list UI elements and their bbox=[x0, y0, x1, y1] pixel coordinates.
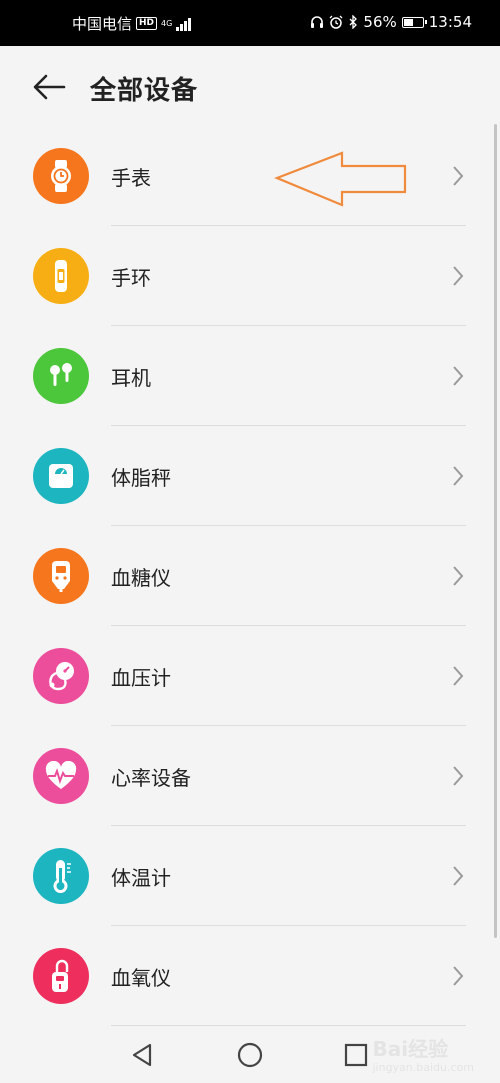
device-label: 体脂秤 bbox=[111, 466, 171, 490]
device-label: 血氧仪 bbox=[111, 966, 171, 990]
device-label: 心率设备 bbox=[111, 766, 191, 790]
device-label: 手环 bbox=[111, 266, 151, 290]
device-label: 体温计 bbox=[111, 866, 171, 890]
bluetooth-icon bbox=[349, 15, 358, 29]
battery-percent: 56% bbox=[363, 13, 397, 31]
band-icon bbox=[33, 248, 89, 304]
device-label: 手表 bbox=[111, 166, 151, 190]
alarm-icon bbox=[329, 15, 343, 29]
back-arrow-icon[interactable] bbox=[32, 74, 66, 100]
status-left: 中国电信 HD 4G bbox=[72, 13, 192, 34]
earphones-icon bbox=[33, 348, 89, 404]
scale-icon bbox=[33, 448, 89, 504]
nav-recents-icon[interactable] bbox=[341, 1040, 371, 1070]
device-list: 手表 手环 耳机 体脂秤 血糖仪 血压计 心率设备 体温计 血氧仪 bbox=[0, 126, 500, 1026]
device-item-thermometer[interactable]: 体温计 bbox=[0, 826, 500, 926]
blood-pressure-icon bbox=[33, 648, 89, 704]
chevron-right-icon bbox=[453, 566, 464, 586]
chevron-right-icon bbox=[453, 266, 464, 286]
scrollbar[interactable] bbox=[494, 124, 497, 938]
watch-icon bbox=[33, 148, 89, 204]
chevron-right-icon bbox=[453, 866, 464, 886]
glucose-meter-icon bbox=[33, 548, 89, 604]
hd-badge: HD bbox=[136, 17, 158, 30]
status-bar: 中国电信 HD 4G 56% 13:54 bbox=[0, 0, 500, 46]
battery-icon bbox=[401, 16, 427, 28]
oximeter-icon bbox=[33, 948, 89, 1004]
heart-rate-icon bbox=[33, 748, 89, 804]
device-item-glucose-meter[interactable]: 血糖仪 bbox=[0, 526, 500, 626]
device-label: 耳机 bbox=[111, 366, 151, 390]
device-label: 血糖仪 bbox=[111, 566, 171, 590]
headset-icon bbox=[311, 16, 324, 28]
network-type: 4G bbox=[161, 18, 173, 28]
device-item-watch[interactable]: 手表 bbox=[0, 126, 500, 226]
chevron-right-icon bbox=[453, 966, 464, 986]
watermark: Bai经验 jingyan.baidu.com bbox=[372, 1033, 474, 1073]
thermometer-icon bbox=[33, 848, 89, 904]
nav-back-icon[interactable] bbox=[128, 1040, 158, 1070]
clock: 13:54 bbox=[428, 13, 472, 31]
device-item-band[interactable]: 手环 bbox=[0, 226, 500, 326]
device-item-earphones[interactable]: 耳机 bbox=[0, 326, 500, 426]
chevron-right-icon bbox=[453, 166, 464, 186]
annotation-arrow-icon bbox=[274, 151, 407, 207]
device-item-blood-pressure[interactable]: 血压计 bbox=[0, 626, 500, 726]
chevron-right-icon bbox=[453, 666, 464, 686]
status-right: 56% 13:54 bbox=[310, 13, 472, 31]
carrier-name: 中国电信 bbox=[72, 15, 133, 33]
signal-icon bbox=[176, 17, 192, 31]
watermark-text: Bai经验 bbox=[372, 1037, 449, 1061]
device-item-heart-rate[interactable]: 心率设备 bbox=[0, 726, 500, 826]
page-title: 全部设备 bbox=[90, 76, 199, 106]
nav-home-icon[interactable] bbox=[235, 1040, 265, 1070]
chevron-right-icon bbox=[453, 366, 464, 386]
chevron-right-icon bbox=[453, 766, 464, 786]
device-item-body-fat-scale[interactable]: 体脂秤 bbox=[0, 426, 500, 526]
chevron-right-icon bbox=[453, 466, 464, 486]
app-header: 全部设备 bbox=[0, 46, 500, 126]
watermark-subtext: jingyan.baidu.com bbox=[372, 1061, 474, 1074]
device-item-oximeter[interactable]: 血氧仪 bbox=[0, 926, 500, 1026]
device-label: 血压计 bbox=[111, 666, 171, 690]
